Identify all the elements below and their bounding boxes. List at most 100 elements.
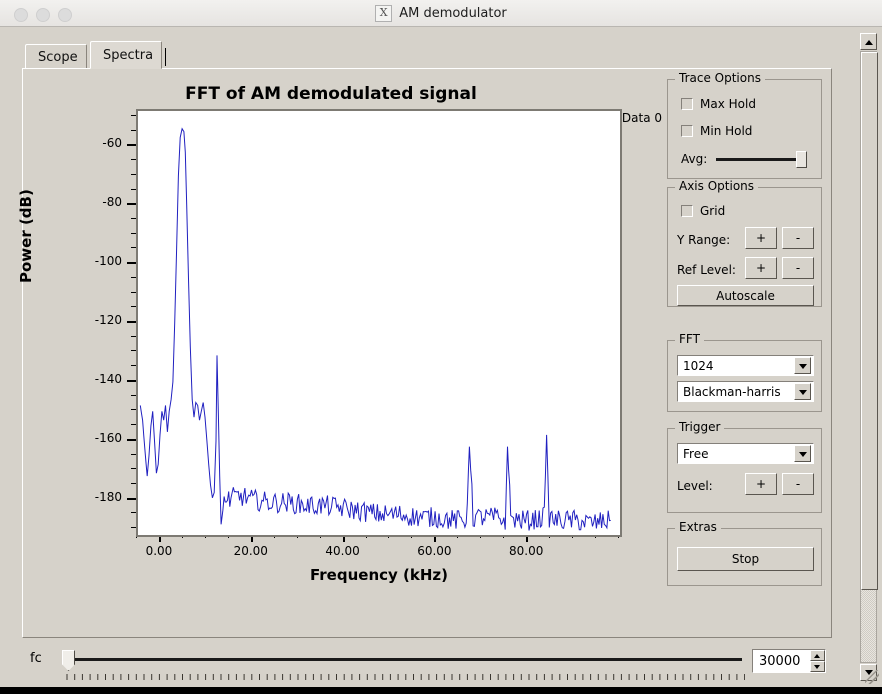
y-range-label: Y Range: <box>677 233 731 247</box>
trigger-mode-combo[interactable]: Free <box>677 443 814 464</box>
tab-spectra[interactable]: Spectra <box>90 41 162 69</box>
spectrum-trace <box>139 127 611 531</box>
extras-group: Extras Stop <box>667 520 822 586</box>
trigger-level-label: Level: <box>677 479 713 493</box>
trigger-level-minus-label: - <box>795 477 801 491</box>
avg-slider-track[interactable] <box>716 158 805 161</box>
grid-checkbox-row[interactable]: Grid <box>681 204 725 218</box>
fft-group: FFT 1024 Blackman-harris <box>667 332 822 412</box>
y-range-minus-button[interactable]: - <box>782 227 814 249</box>
max-hold-label: Max Hold <box>700 97 756 111</box>
y-major-tick <box>127 203 136 206</box>
plot-canvas[interactable] <box>136 109 622 537</box>
scrollbar-thumb[interactable] <box>861 52 878 590</box>
trigger-mode-value: Free <box>683 446 709 461</box>
fft-window-combo[interactable]: Blackman-harris <box>677 381 814 402</box>
trigger-level-plus-button[interactable]: + <box>745 473 777 495</box>
extras-title: Extras <box>675 520 721 534</box>
trigger-level-minus-button[interactable]: - <box>782 473 814 495</box>
min-hold-label: Min Hold <box>700 124 753 138</box>
control-column: Trace Options Max Hold Min Hold Avg: Axi… <box>667 71 827 633</box>
window-title: AM demodulator <box>399 6 507 21</box>
y-major-tick <box>127 379 136 382</box>
ref-level-plus-label: + <box>755 261 767 275</box>
fc-label: fc <box>30 651 42 666</box>
fc-slider-ticks <box>66 674 745 680</box>
trace-options-group: Trace Options Max Hold Min Hold Avg: <box>667 71 822 179</box>
fc-value-text: 30000 <box>759 653 801 669</box>
y-range-minus-label: - <box>795 231 801 245</box>
grid-label: Grid <box>700 204 726 218</box>
fft-size-value: 1024 <box>683 358 714 373</box>
fc-spin-up-icon[interactable] <box>810 650 825 661</box>
plot-title: FFT of AM demodulated signal <box>185 84 477 104</box>
legend-label: Data 0 <box>621 111 662 125</box>
fc-spin-down-icon[interactable] <box>810 661 825 672</box>
x-tick-label: 0.00 <box>145 544 173 558</box>
min-hold-checkbox-row[interactable]: Min Hold <box>681 124 752 138</box>
fft-size-combo[interactable]: 1024 <box>677 355 814 376</box>
stop-label: Stop <box>731 552 760 566</box>
fc-value-spinbox[interactable]: 30000 <box>752 649 826 673</box>
y-tick-label: -100 <box>94 254 122 269</box>
y-tick-label: -140 <box>94 371 122 386</box>
y-tick-label: -180 <box>94 489 122 504</box>
fft-title: FFT <box>675 332 704 346</box>
chevron-down-icon[interactable] <box>794 357 811 374</box>
trigger-level-plus-label: + <box>755 477 767 491</box>
grid-checkbox[interactable] <box>681 205 693 217</box>
axis-options-title: Axis Options <box>675 179 759 193</box>
x-tick-label: 40.00 <box>325 544 360 558</box>
scrollbar-track[interactable] <box>860 51 878 663</box>
ref-level-minus-label: - <box>795 261 801 275</box>
tab-spectra-label: Spectra <box>103 47 154 63</box>
tab-scope[interactable]: Scope <box>25 44 87 69</box>
window-titlebar: X AM demodulator <box>0 0 882 27</box>
x-axis-label: Frequency (kHz) <box>310 566 448 584</box>
y-tick-label: -80 <box>102 195 122 210</box>
scroll-up-button[interactable] <box>860 33 877 50</box>
y-tick-label: -60 <box>102 136 122 151</box>
tab-scope-label: Scope <box>38 49 78 65</box>
ref-level-plus-button[interactable]: + <box>745 257 777 279</box>
y-range-plus-label: + <box>755 231 767 245</box>
fc-slider-track[interactable] <box>70 658 742 661</box>
y-major-tick <box>127 438 136 441</box>
application-window: X AM demodulator Scope Spectra FFT of AM… <box>0 0 882 694</box>
fc-slider-handle[interactable] <box>62 650 75 671</box>
chevron-down-icon[interactable] <box>794 383 811 400</box>
vertical-scrollbar[interactable] <box>860 33 879 681</box>
chevron-up-icon <box>865 40 873 45</box>
x-tick-label: 20.00 <box>233 544 268 558</box>
axis-options-group: Axis Options Grid Y Range: + - Ref Level… <box>667 179 822 307</box>
max-hold-checkbox-row[interactable]: Max Hold <box>681 97 756 111</box>
chevron-down-icon[interactable] <box>794 445 811 462</box>
y-major-tick <box>127 321 136 323</box>
y-range-plus-button[interactable]: + <box>745 227 777 249</box>
autoscale-label: Autoscale <box>716 288 775 303</box>
resize-grip[interactable] <box>865 670 879 684</box>
fft-window-value: Blackman-harris <box>683 384 781 399</box>
avg-label: Avg: <box>681 152 708 166</box>
window-title-area: X AM demodulator <box>0 0 882 27</box>
y-major-tick <box>127 497 136 500</box>
trace-options-title: Trace Options <box>675 71 765 85</box>
trigger-group: Trigger Free Level: + - <box>667 420 822 513</box>
autoscale-button[interactable]: Autoscale <box>677 285 814 306</box>
x-tick-label: 80.00 <box>509 544 544 558</box>
max-hold-checkbox[interactable] <box>681 98 693 110</box>
stop-button[interactable]: Stop <box>677 547 814 571</box>
y-tick-label: -160 <box>94 430 122 445</box>
x-tick-label: 60.00 <box>417 544 452 558</box>
spectra-panel: FFT of AM demodulated signal Data 0 Powe… <box>17 68 832 638</box>
trace-line <box>139 127 611 531</box>
fc-spin-buttons <box>810 650 825 672</box>
avg-slider-handle[interactable] <box>796 151 807 168</box>
y-axis-label: Power (dB) <box>17 189 35 283</box>
trigger-title: Trigger <box>675 420 725 434</box>
y-major-tick <box>127 262 136 265</box>
ref-level-minus-button[interactable]: - <box>782 257 814 279</box>
tab-focus-caret <box>165 48 166 66</box>
y-major-tick <box>127 144 136 147</box>
min-hold-checkbox[interactable] <box>681 125 693 137</box>
